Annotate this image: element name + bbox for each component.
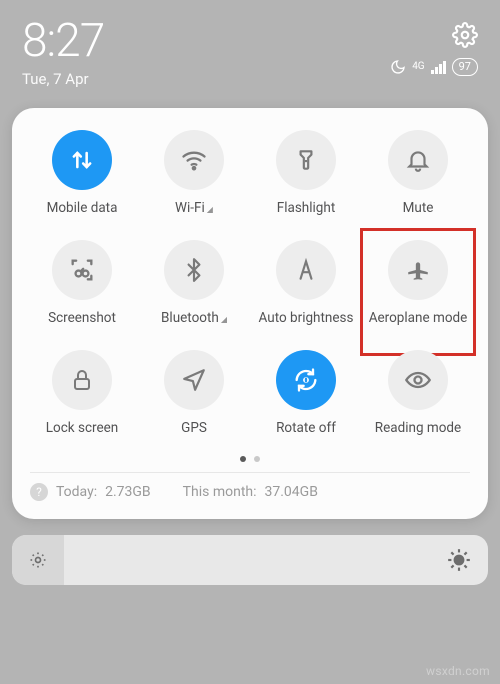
usage-today-label: Today: xyxy=(56,484,97,500)
tile-aeroplane-mode[interactable]: Aeroplane mode xyxy=(362,240,474,326)
tile-auto-brightness[interactable]: Auto brightness xyxy=(250,240,362,326)
status-right: 4G 97 xyxy=(390,22,478,76)
dnd-moon-icon xyxy=(390,59,406,75)
tile-label: Reading mode xyxy=(375,420,461,436)
reading-icon[interactable] xyxy=(388,350,448,410)
lock-icon[interactable] xyxy=(52,350,112,410)
usage-today-value: 2.73GB xyxy=(105,484,151,500)
tile-label: Mobile data xyxy=(47,200,118,216)
tile-mute[interactable]: Mute xyxy=(362,130,474,216)
tile-label: Bluetooth◢ xyxy=(161,310,227,326)
page-dot xyxy=(254,456,260,462)
rotate-icon[interactable] xyxy=(276,350,336,410)
tile-screenshot[interactable]: Screenshot xyxy=(26,240,138,326)
bluetooth-icon[interactable] xyxy=(164,240,224,300)
signal-icon xyxy=(431,61,446,74)
wifi-icon[interactable] xyxy=(164,130,224,190)
data-usage-row[interactable]: ? Today: 2.73GB This month: 37.04GB xyxy=(26,483,474,505)
tile-label: Auto brightness xyxy=(259,310,354,326)
brightness-low-icon xyxy=(28,550,48,570)
tile-wifi[interactable]: Wi-Fi◢ xyxy=(138,130,250,216)
battery-percentage: 97 xyxy=(452,58,478,76)
quick-settings-panel: Mobile data Wi-Fi◢ Flashlight Mute Scree xyxy=(12,108,488,519)
tile-label: Mute xyxy=(403,200,434,216)
status-bar: 8:27 Tue, 7 Apr 4G 97 xyxy=(0,0,500,98)
tile-flashlight[interactable]: Flashlight xyxy=(250,130,362,216)
tile-rotate[interactable]: Rotate off xyxy=(250,350,362,436)
flashlight-icon[interactable] xyxy=(276,130,336,190)
tile-lock-screen[interactable]: Lock screen xyxy=(26,350,138,436)
clock-area: 8:27 Tue, 7 Apr xyxy=(22,18,104,88)
mobile-data-icon[interactable] xyxy=(52,130,112,190)
screenshot-icon[interactable] xyxy=(52,240,112,300)
tile-label: Screenshot xyxy=(48,310,116,326)
info-icon: ? xyxy=(30,483,48,501)
page-dot-active xyxy=(240,456,246,462)
divider xyxy=(30,472,470,473)
tile-reading-mode[interactable]: Reading mode xyxy=(362,350,474,436)
usage-month-value: 37.04GB xyxy=(265,484,318,500)
tile-label: Flashlight xyxy=(277,200,336,216)
tile-label: Lock screen xyxy=(46,420,118,436)
page-indicator xyxy=(26,456,474,462)
settings-gear-icon[interactable] xyxy=(452,22,478,48)
tile-bluetooth[interactable]: Bluetooth◢ xyxy=(138,240,250,326)
tile-label: Aeroplane mode xyxy=(369,310,468,326)
bell-icon[interactable] xyxy=(388,130,448,190)
tile-label: GPS xyxy=(181,420,207,436)
date: Tue, 7 Apr xyxy=(22,70,104,88)
tiles-grid: Mobile data Wi-Fi◢ Flashlight Mute Scree xyxy=(26,130,474,436)
airplane-icon[interactable] xyxy=(388,240,448,300)
tile-label: Wi-Fi◢ xyxy=(175,200,213,216)
clock: 8:27 xyxy=(22,18,104,64)
network-type: 4G xyxy=(412,62,424,72)
tile-mobile-data[interactable]: Mobile data xyxy=(26,130,138,216)
brightness-slider[interactable] xyxy=(12,535,488,585)
tile-gps[interactable]: GPS xyxy=(138,350,250,436)
watermark: wsxdn.com xyxy=(426,664,490,678)
status-icons: 4G 97 xyxy=(390,58,478,76)
usage-month-label: This month: xyxy=(183,484,257,500)
gps-icon[interactable] xyxy=(164,350,224,410)
auto-brightness-icon[interactable] xyxy=(276,240,336,300)
tile-label: Rotate off xyxy=(276,420,336,436)
brightness-high-icon xyxy=(446,547,472,573)
